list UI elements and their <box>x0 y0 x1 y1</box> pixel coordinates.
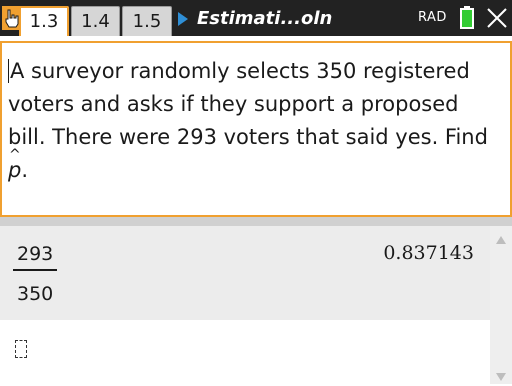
scrollbar[interactable] <box>490 226 512 384</box>
p-hat-symbol: p <box>8 139 21 187</box>
battery-icon <box>459 6 475 34</box>
calculator-area[interactable]: 293 350 0.837143 <box>0 226 490 384</box>
fraction-bar <box>13 269 57 271</box>
close-icon[interactable] <box>486 7 508 33</box>
pane-divider <box>0 217 512 226</box>
result-value: 0.837143 <box>383 242 474 264</box>
document-title: Estimati...oln <box>197 8 333 29</box>
text-cursor <box>8 59 9 83</box>
notes-line-1: A surveyor randomly selects 350 register… <box>10 59 470 83</box>
title-bar: 1.3 1.4 1.5 Estimati...oln RAD <box>0 0 512 36</box>
fraction-denominator: 350 <box>17 283 54 305</box>
notes-line-2: voters and asks if they support a propos… <box>8 92 459 116</box>
history-entry[interactable]: 293 350 0.837143 <box>0 226 490 320</box>
notes-area[interactable]: A surveyor randomly selects 350 register… <box>0 41 512 217</box>
fraction-numerator: 293 <box>17 243 54 265</box>
tab-1-4[interactable]: 1.4 <box>71 6 120 36</box>
empty-input-box[interactable] <box>15 340 27 358</box>
tab-1-3[interactable]: 1.3 <box>19 6 69 36</box>
angle-mode-indicator: RAD <box>418 10 447 25</box>
tab-1-5[interactable]: 1.5 <box>122 6 172 36</box>
entry-line[interactable] <box>0 320 490 384</box>
play-triangle-icon[interactable] <box>177 11 189 31</box>
notes-line-3: bill. There were 293 voters that said ye… <box>8 125 488 149</box>
scroll-up-arrow-icon[interactable] <box>495 230 507 249</box>
notes-end: . <box>21 158 29 182</box>
scroll-down-arrow-icon[interactable] <box>495 367 507 386</box>
notes-text[interactable]: A surveyor randomly selects 350 register… <box>8 55 498 187</box>
